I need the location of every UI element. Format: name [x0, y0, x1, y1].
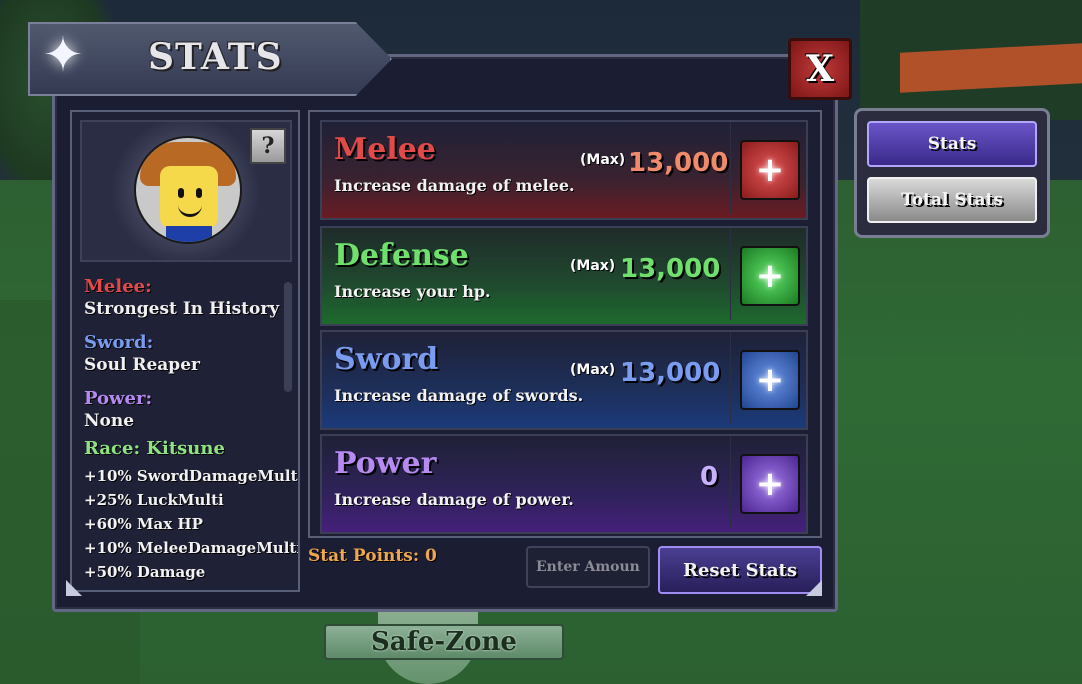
stat-description: Increase damage of melee.: [334, 176, 575, 195]
sword-value: Soul Reaper: [84, 355, 200, 375]
avatar-frame: ?: [80, 120, 292, 262]
stat-value: 13,000: [620, 254, 721, 284]
stat-value: 13,000: [620, 358, 721, 388]
divider: [730, 228, 731, 320]
close-button[interactable]: X: [788, 38, 852, 100]
avatar-eye: [196, 188, 202, 198]
window-title: STATS: [148, 36, 283, 78]
power-label: Power:: [84, 388, 153, 409]
stat-row-defense: Defense Increase your hp. (Max) 13,000 +: [320, 226, 808, 326]
buff-item: +50% Damage: [84, 563, 206, 581]
buff-item: +60% Max HP: [84, 515, 203, 533]
add-power-button[interactable]: +: [740, 454, 800, 514]
buff-item: +10% MeleeDamageMulti: [84, 539, 300, 557]
tab-stats[interactable]: Stats: [867, 121, 1037, 167]
profile-panel: ? Melee: Strongest In History Sword: Sou…: [70, 110, 300, 592]
stat-description: Increase your hp.: [334, 282, 491, 301]
avatar-shirt: [166, 226, 212, 242]
power-value: None: [84, 411, 135, 431]
stat-description: Increase damage of power.: [334, 490, 574, 509]
add-sword-button[interactable]: +: [740, 350, 800, 410]
divider: [730, 332, 731, 424]
race-label: Race: Kitsune: [84, 438, 225, 459]
avatar: [134, 136, 242, 244]
stat-value: 0: [700, 462, 719, 492]
buff-item: +25% LuckMulti: [84, 491, 224, 509]
stat-list: Melee Increase damage of melee. (Max) 13…: [308, 110, 822, 538]
divider: [730, 122, 731, 214]
star-icon: ✦: [42, 27, 84, 83]
divider: [730, 436, 731, 528]
stat-row-power: Power Increase damage of power. 0 +: [320, 434, 808, 534]
stat-name: Sword: [334, 342, 439, 377]
add-melee-button[interactable]: +: [740, 140, 800, 200]
tab-total-stats[interactable]: Total Stats: [867, 177, 1037, 223]
profile-info-list: Melee: Strongest In History Sword: Soul …: [84, 276, 300, 584]
reset-stats-button[interactable]: Reset Stats: [658, 546, 822, 594]
safe-zone-label: Safe-Zone: [371, 627, 517, 657]
stat-name: Power: [334, 446, 437, 481]
stat-description: Increase damage of swords.: [334, 386, 584, 405]
stat-max-label: (Max): [570, 258, 616, 274]
stat-row-melee: Melee Increase damage of melee. (Max) 13…: [320, 120, 808, 220]
melee-label: Melee:: [84, 276, 152, 297]
help-button[interactable]: ?: [250, 128, 286, 164]
sword-label: Sword:: [84, 332, 154, 353]
stat-max-label: (Max): [580, 152, 626, 168]
buff-item: +10% SwordDamageMulti: [84, 467, 300, 485]
avatar-face: [160, 166, 218, 228]
stat-name: Melee: [334, 132, 436, 167]
safe-zone-banner: Safe-Zone: [324, 624, 564, 660]
stat-points-label: Stat Points: 0: [308, 546, 437, 566]
profile-scrollbar[interactable]: [284, 282, 292, 392]
add-defense-button[interactable]: +: [740, 246, 800, 306]
stat-row-sword: Sword Increase damage of swords. (Max) 1…: [320, 330, 808, 430]
melee-value: Strongest In History: [84, 299, 280, 319]
stat-value: 13,000: [628, 148, 729, 178]
stat-max-label: (Max): [570, 362, 616, 378]
amount-input[interactable]: [526, 546, 650, 588]
avatar-eye: [178, 188, 184, 198]
stat-name: Defense: [334, 238, 469, 273]
side-tab-panel: Stats Total Stats: [854, 108, 1050, 238]
